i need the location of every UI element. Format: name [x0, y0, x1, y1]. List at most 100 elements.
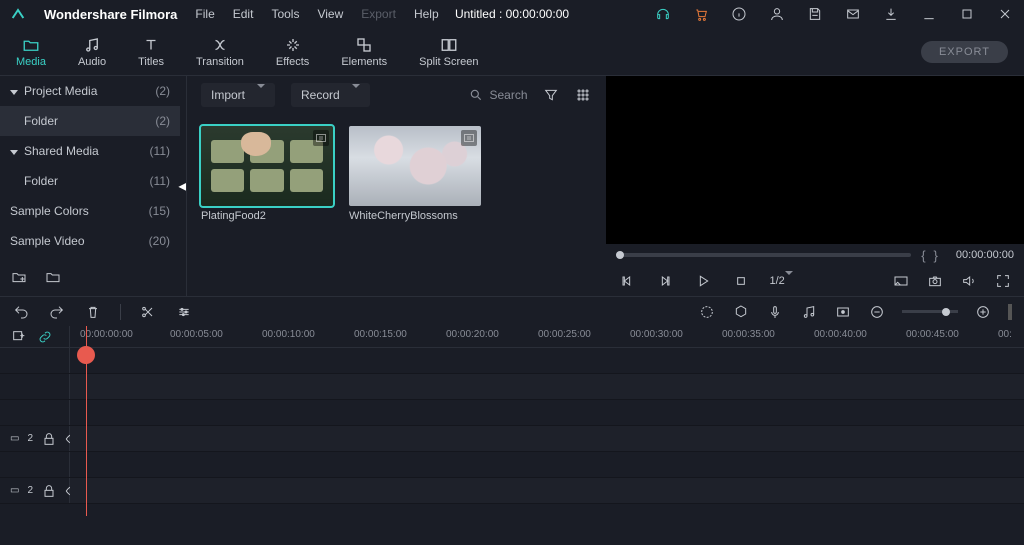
search-placeholder: Search: [489, 88, 527, 102]
download-icon[interactable]: [882, 5, 900, 23]
menu-view[interactable]: View: [317, 7, 343, 21]
zoom-fit-icon[interactable]: [1008, 304, 1012, 320]
render-icon[interactable]: [698, 303, 716, 321]
tab-media[interactable]: Media: [16, 36, 46, 68]
media-clip[interactable]: WhiteCherryBlossoms: [349, 126, 481, 222]
export-button[interactable]: EXPORT: [921, 41, 1008, 63]
delete-icon[interactable]: [84, 303, 102, 321]
playhead[interactable]: [86, 326, 87, 516]
adjust-icon[interactable]: [175, 303, 193, 321]
ruler-mark: 00:00:00:00: [80, 329, 133, 340]
sidebar-item-folder[interactable]: Folder (2): [0, 106, 180, 136]
snapshot-icon[interactable]: [926, 272, 944, 290]
sidebar-item-shared-media[interactable]: Shared Media (11): [0, 136, 180, 166]
tab-audio[interactable]: Audio: [78, 36, 106, 68]
audio-mixer-icon[interactable]: [800, 303, 818, 321]
chevron-down-icon: [10, 84, 18, 98]
minimize-icon[interactable]: [920, 5, 938, 23]
track-row: [0, 374, 1024, 400]
chevron-down-icon: [352, 88, 360, 102]
sidebar-item-sample-colors[interactable]: Sample Colors (15): [0, 196, 180, 226]
track-type-icon: ▭: [10, 433, 19, 444]
play-icon[interactable]: [694, 272, 712, 290]
zoom-slider[interactable]: [902, 310, 958, 313]
scrub-track[interactable]: [616, 253, 912, 257]
info-icon[interactable]: [730, 5, 748, 23]
prev-frame-icon[interactable]: [618, 272, 636, 290]
record-dropdown[interactable]: Record: [291, 83, 370, 107]
menu-help[interactable]: Help: [414, 7, 439, 21]
track-body[interactable]: [70, 374, 1024, 399]
tab-split-screen[interactable]: Split Screen: [419, 36, 478, 68]
track-body[interactable]: [70, 452, 1024, 477]
track-body[interactable]: [70, 400, 1024, 425]
menu-tools[interactable]: Tools: [271, 7, 299, 21]
ruler-mark: 00:00:15:00: [354, 329, 407, 340]
redo-icon[interactable]: [48, 303, 66, 321]
timeline-ruler[interactable]: 00:00:00:00 00:00:05:00 00:00:10:00 00:0…: [70, 326, 1024, 347]
track-number: 2: [27, 433, 33, 444]
clip-thumbnail[interactable]: [349, 126, 481, 206]
fullscreen-icon[interactable]: [994, 272, 1012, 290]
zoom-handle[interactable]: [942, 308, 950, 316]
tab-transition[interactable]: Transition: [196, 36, 244, 68]
clip-name: PlatingFood2: [201, 210, 333, 222]
sidebar-item-sample-video[interactable]: Sample Video (20): [0, 226, 180, 256]
lock-icon[interactable]: [41, 430, 57, 448]
track-body[interactable]: [70, 478, 1024, 503]
volume-icon[interactable]: [960, 272, 978, 290]
keyframe-icon[interactable]: [834, 303, 852, 321]
marker-icon[interactable]: [732, 303, 750, 321]
account-icon[interactable]: [768, 5, 786, 23]
mark-in-out[interactable]: {}: [921, 248, 946, 263]
track-number: 2: [27, 485, 33, 496]
playback-page[interactable]: 1/2: [770, 275, 793, 287]
app-title: Wondershare Filmora: [44, 7, 177, 22]
scrub-handle[interactable]: [616, 251, 624, 259]
close-icon[interactable]: [996, 5, 1014, 23]
grid-view-icon[interactable]: [574, 86, 592, 104]
maximize-icon[interactable]: [958, 5, 976, 23]
folder-icon[interactable]: [44, 268, 62, 286]
sidebar-item-project-media[interactable]: Project Media (2): [0, 76, 180, 106]
filter-icon[interactable]: [542, 86, 560, 104]
menu-file[interactable]: File: [195, 7, 214, 21]
menu-edit[interactable]: Edit: [233, 7, 254, 21]
tab-effects[interactable]: Effects: [276, 36, 309, 68]
next-frame-icon[interactable]: [656, 272, 674, 290]
lock-icon[interactable]: [41, 482, 57, 500]
add-to-timeline-icon[interactable]: [313, 130, 329, 146]
add-track-icon[interactable]: [10, 328, 28, 346]
zoom-out-icon[interactable]: [868, 303, 886, 321]
cart-icon[interactable]: [692, 5, 710, 23]
clip-thumbnail[interactable]: [201, 126, 333, 206]
content-toolbar: Import Record Search: [187, 76, 606, 114]
tab-elements[interactable]: Elements: [341, 36, 387, 68]
ruler-mark: 00:00:25:00: [538, 329, 591, 340]
import-dropdown[interactable]: Import: [201, 83, 275, 107]
new-folder-icon[interactable]: [10, 268, 28, 286]
shapes-icon: [355, 36, 373, 54]
media-clip[interactable]: PlatingFood2: [201, 126, 333, 222]
preview-scrubber: {} 00:00:00:00: [606, 244, 1024, 266]
tab-label: Media: [16, 56, 46, 68]
save-icon[interactable]: [806, 5, 824, 23]
preview-canvas[interactable]: [606, 76, 1024, 244]
mail-icon[interactable]: [844, 5, 862, 23]
link-icon[interactable]: [36, 328, 54, 346]
voiceover-icon[interactable]: [766, 303, 784, 321]
stop-icon[interactable]: [732, 272, 750, 290]
sidebar-item-label: Project Media: [24, 84, 97, 98]
quality-icon[interactable]: [892, 272, 910, 290]
track-body[interactable]: [70, 348, 1024, 373]
split-icon[interactable]: [139, 303, 157, 321]
zoom-in-icon[interactable]: [974, 303, 992, 321]
tab-titles[interactable]: Titles: [138, 36, 164, 68]
add-to-timeline-icon[interactable]: [461, 130, 477, 146]
support-icon[interactable]: [654, 5, 672, 23]
search-input[interactable]: Search: [469, 88, 527, 102]
track-body[interactable]: [70, 426, 1024, 451]
sidebar-item-folder[interactable]: Folder (11): [0, 166, 180, 196]
undo-icon[interactable]: [12, 303, 30, 321]
tab-label: Split Screen: [419, 56, 478, 68]
